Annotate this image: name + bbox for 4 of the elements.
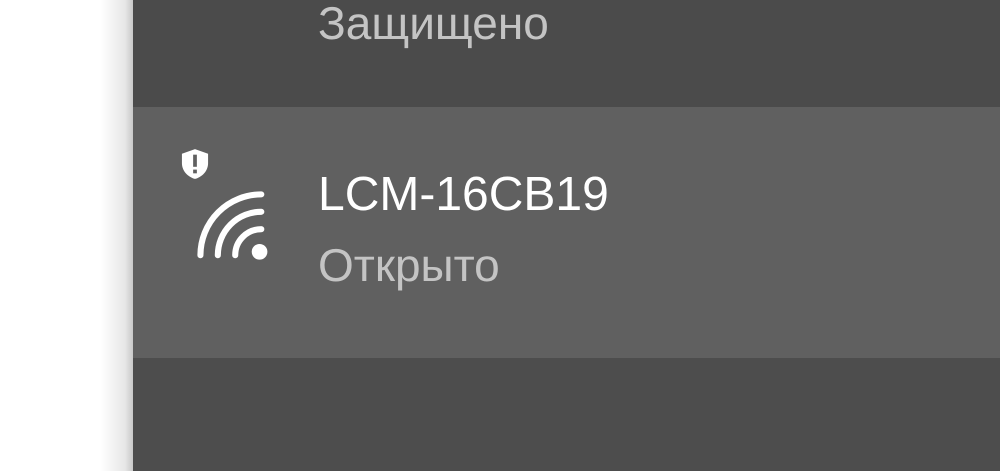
- network-status: Защищено: [318, 0, 550, 50]
- network-item[interactable]: LCM-16CB19 Открыто: [133, 107, 1000, 358]
- network-name: LCM-16CB19: [318, 167, 609, 223]
- network-status: Открыто: [318, 238, 501, 293]
